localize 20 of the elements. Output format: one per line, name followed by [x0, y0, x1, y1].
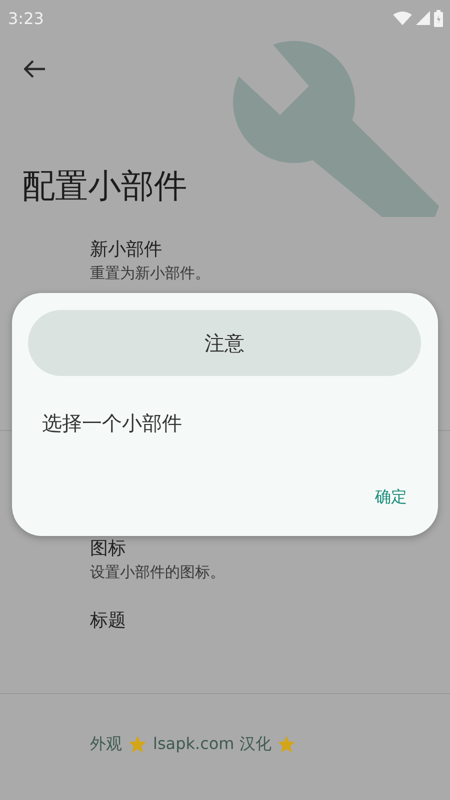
preference-title[interactable]: 标题 [90, 609, 430, 633]
star-icon [128, 735, 147, 754]
back-arrow-icon [24, 60, 46, 78]
battery-icon [434, 10, 443, 26]
category-title: 外观 [90, 734, 122, 755]
category-title: lsapk.com 汉化 [153, 734, 272, 755]
page-title: 配置小部件 [22, 166, 187, 206]
preference-title[interactable]: 新小部件 [90, 238, 430, 262]
back-button[interactable] [24, 60, 46, 78]
wrench-icon [232, 40, 440, 218]
ok-button[interactable]: 确定 [361, 483, 421, 512]
preference-summary: 重置为新小部件。 [90, 263, 211, 284]
status-time: 3:23 [8, 8, 44, 28]
dialog-message: 选择一个小部件 [42, 410, 183, 437]
preference-summary: 设置小部件的图标。 [90, 562, 226, 583]
dialog-title: 注意 [28, 310, 421, 376]
star-icon [277, 735, 296, 754]
wifi-icon [393, 10, 412, 26]
preference-title[interactable]: 图标 [90, 537, 430, 561]
signal-icon [416, 11, 430, 25]
